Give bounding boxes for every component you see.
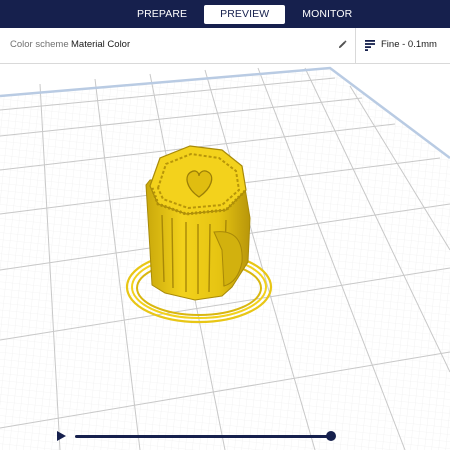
tab-monitor[interactable]: MONITOR <box>294 5 360 24</box>
tab-prepare[interactable]: PREPARE <box>129 5 195 24</box>
print-settings-selector[interactable]: Fine - 0.1mm <box>356 28 450 63</box>
stage-tabs: PREPARE PREVIEW MONITOR <box>129 5 360 24</box>
cura-preview-window: PREPARE PREVIEW MONITOR Color scheme Mat… <box>0 0 450 450</box>
slider-handle[interactable] <box>326 431 336 441</box>
color-scheme-value: Material Color <box>71 39 131 50</box>
color-scheme-selector[interactable]: Color scheme Material Color <box>0 28 356 63</box>
print-settings-icon <box>365 40 375 51</box>
stage-tab-bar: PREPARE PREVIEW MONITOR <box>0 0 450 28</box>
tab-preview[interactable]: PREVIEW <box>204 5 286 24</box>
play-icon[interactable] <box>55 430 67 442</box>
layer-path-slider[interactable] <box>75 435 331 438</box>
3d-viewport[interactable] <box>0 64 450 450</box>
view-header: Color scheme Material Color Fine - 0.1mm <box>0 28 450 64</box>
print-quality-value: Fine - 0.1mm <box>381 39 437 50</box>
color-scheme-label: Color scheme <box>10 39 69 50</box>
pencil-icon[interactable] <box>338 40 347 49</box>
build-plate-scene <box>0 64 450 450</box>
